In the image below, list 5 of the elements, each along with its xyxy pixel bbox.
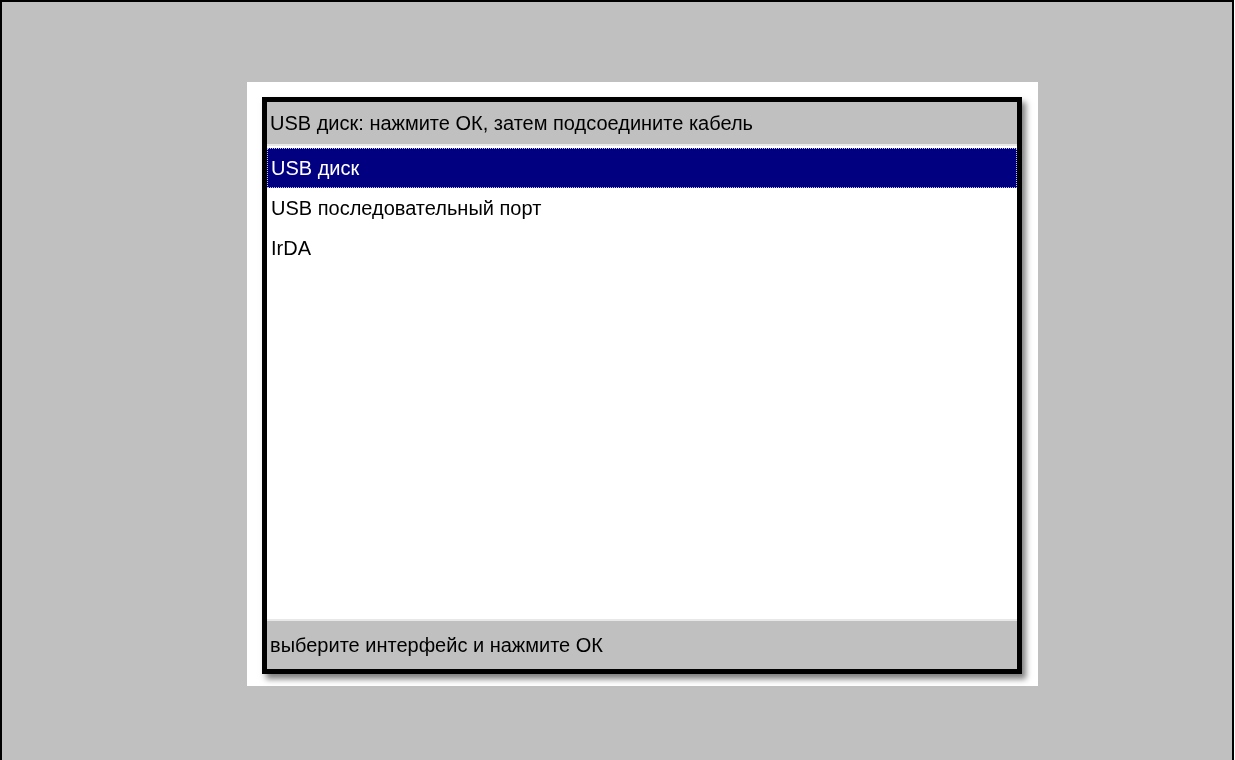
header-bar: USB диск: нажмите ОК, затем подсоедините кабель [267,102,1017,146]
list-item[interactable]: IrDA [267,228,1017,268]
status-bar: выберите интерфейс и нажмите ОК [267,619,1017,669]
list-item[interactable]: USB последовательный порт [267,188,1017,228]
list-item[interactable]: USB диск [267,148,1017,188]
